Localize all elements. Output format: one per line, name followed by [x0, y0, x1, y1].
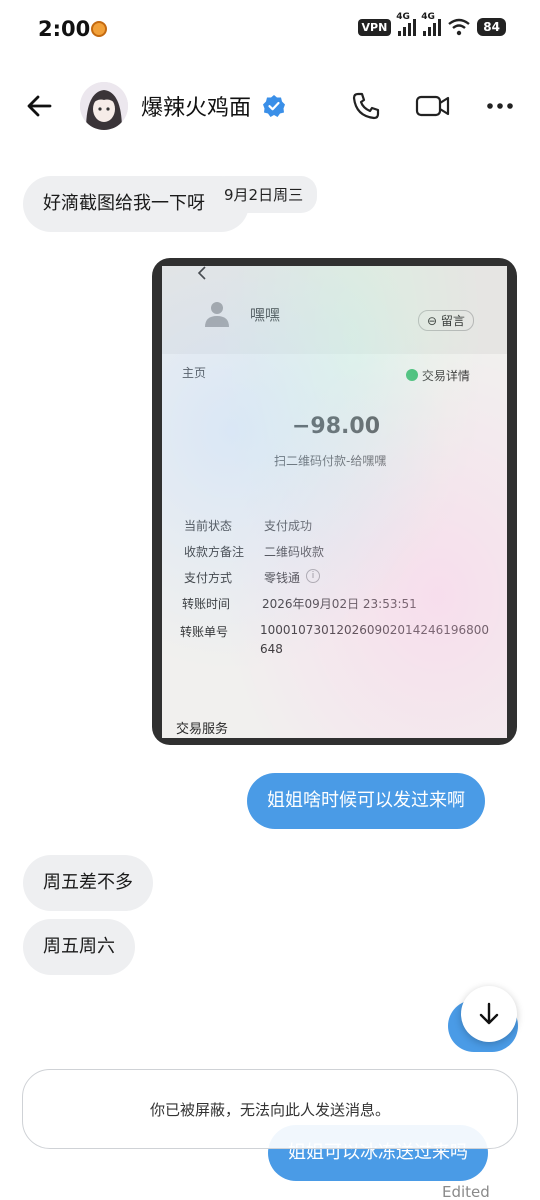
signal-icon: 4G: [421, 12, 442, 36]
wifi-icon: [448, 18, 471, 36]
message-bubble-outgoing[interactable]: 姐姐啥时候可以发过来啊: [247, 773, 485, 829]
image-message[interactable]: 嘿嘿 ⊖ 留言 主页 交易详情 −98.00 扫二维码付款-给嘿嘿 当前状态 支…: [152, 258, 517, 745]
blocked-notice: 你已被屏蔽，无法向此人发送消息。: [22, 1069, 518, 1149]
status-icons: VPN 4G 4G 84: [357, 12, 506, 36]
message-bubble-incoming[interactable]: 周五差不多: [23, 855, 153, 911]
date-separator: 9月2日周三: [210, 176, 318, 213]
arrow-down-icon: [479, 1002, 499, 1025]
notification-app-icon: [91, 21, 107, 37]
status-time: 2:00: [38, 17, 91, 41]
row-value-time: 2026年09月02日 23:53:51: [262, 597, 417, 611]
row-value-order-cont: 648: [260, 642, 283, 656]
payee-name: 嘿嘿: [250, 306, 281, 324]
row-label-time: 转账时间: [182, 597, 231, 611]
row-value-method: 零钱通: [264, 571, 301, 585]
chat-header: 爆辣火鸡面: [0, 70, 540, 144]
message-text: 周五差不多: [43, 872, 133, 893]
signal-icon: 4G: [396, 12, 417, 36]
blocked-notice-text: 你已被屏蔽，无法向此人发送消息。: [149, 1100, 390, 1119]
contact-avatar[interactable]: [80, 82, 128, 130]
chat-screen: 2:00 VPN 4G 4G 84 爆辣火鸡面 好滴截图给我一下呀 9月2日周三…: [0, 0, 540, 1200]
scroll-to-bottom-button[interactable]: [461, 986, 517, 1042]
transaction-details-label: 交易详情: [406, 367, 470, 384]
back-arrow-icon[interactable]: [24, 90, 56, 122]
payment-screenshot: 嘿嘿 ⊖ 留言 主页 交易详情 −98.00 扫二维码付款-给嘿嘿 当前状态 支…: [162, 266, 507, 738]
user-avatar-icon: [205, 302, 229, 327]
edited-label: Edited: [442, 1183, 490, 1200]
back-arrow-icon: [197, 266, 206, 280]
transaction-service-label: 交易服务: [176, 722, 229, 737]
network-type-label: 4G: [421, 12, 435, 22]
status-bar: 2:00 VPN 4G 4G 84: [0, 0, 540, 60]
payment-subtitle: 扫二维码付款-给嘿嘿: [274, 454, 387, 468]
row-value-status: 支付成功: [264, 519, 313, 533]
payment-amount: −98.00: [292, 414, 381, 439]
video-call-icon[interactable]: [415, 90, 451, 122]
message-icon: ⊖: [427, 314, 441, 328]
verified-badge-icon: [263, 95, 285, 117]
message-text: 好滴截图给我一下呀: [43, 193, 205, 214]
anime-avatar-icon: [80, 82, 128, 130]
phone-call-icon[interactable]: [350, 90, 382, 122]
row-label-order: 转账单号: [180, 625, 229, 639]
more-options-icon[interactable]: [484, 90, 516, 122]
contact-name[interactable]: 爆辣火鸡面: [141, 90, 251, 122]
row-value-note: 二维码收款: [264, 545, 325, 559]
row-label-note: 收款方备注: [184, 545, 245, 559]
row-value-order: 100010730120260902014246196800: [260, 623, 490, 637]
network-type-label: 4G: [396, 12, 410, 22]
message-bubble-incoming[interactable]: 周五周六: [23, 919, 135, 975]
home-label: 主页: [182, 366, 207, 380]
message-text: 姐姐啥时候可以发过来啊: [267, 790, 465, 811]
message-text: 周五周六: [43, 936, 115, 957]
battery-indicator: 84: [477, 18, 506, 36]
row-label-method: 支付方式: [184, 571, 233, 585]
row-label-status: 当前状态: [184, 519, 233, 533]
info-icon: i: [306, 569, 320, 583]
vpn-badge: VPN: [357, 18, 392, 36]
check-circle-icon: [406, 369, 418, 381]
leave-message-button: ⊖ 留言: [418, 310, 474, 331]
